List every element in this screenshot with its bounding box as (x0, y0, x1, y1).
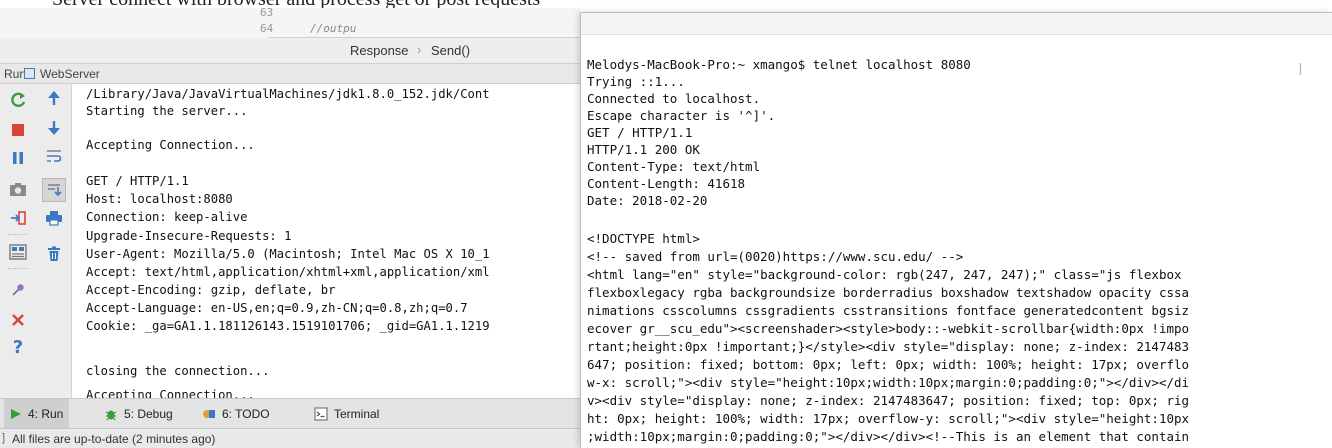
console-line: Cookie: _ga=GA1.1.181126143.1519101706; … (86, 319, 490, 333)
console-output[interactable]: /Library/Java/JavaVirtualMachines/jdk1.8… (72, 84, 582, 398)
pin-icon[interactable] (6, 278, 30, 302)
tab-terminal-label: Terminal (334, 407, 380, 421)
terminal-line: Content-Type: text/html (587, 159, 761, 174)
layout-icon[interactable] (6, 240, 30, 264)
terminal-line: HTTP/1.1 200 OK (587, 142, 700, 157)
terminal-line: flexboxlegacy rgba backgroundsize border… (587, 285, 1190, 300)
document-snippet: Server connect with browser and process … (52, 0, 540, 8)
status-message: All files are up-to-date (2 minutes ago) (12, 432, 216, 446)
run-toolbar-left: ? (0, 84, 36, 398)
rerun-icon[interactable] (6, 88, 30, 112)
console-line: Accepting Connection... (86, 388, 255, 398)
run-toolbar-right (36, 84, 72, 398)
toolbar-divider (8, 234, 28, 235)
terminal-titlebar[interactable] (581, 13, 1332, 35)
console-line: GET / HTTP/1.1 (86, 174, 189, 188)
terminal-line: Content-Length: 41618 (587, 176, 746, 191)
tab-terminal[interactable]: Terminal (308, 399, 385, 429)
scroll-to-end-icon[interactable] (42, 178, 66, 202)
terminal-line: <html lang="en" style="background-color:… (587, 267, 1182, 282)
status-bar: ] All files are up-to-date (2 minutes ag… (0, 428, 580, 448)
tab-todo-label: 6: TODO (222, 407, 270, 421)
login-icon[interactable] (6, 206, 30, 230)
tab-todo[interactable]: 6: TODO (196, 399, 276, 429)
console-line: Accepting Connection... (86, 138, 255, 152)
camera-icon[interactable] (6, 178, 30, 202)
console-line: Accept: text/html,application/xhtml+xml,… (86, 265, 490, 279)
bug-icon (105, 410, 117, 421)
terminal-line: Escape character is '^]'. (587, 108, 776, 123)
soft-wrap-icon[interactable] (42, 144, 66, 168)
terminal-line: 647; position: fixed; bottom: 0px; left:… (587, 357, 1190, 372)
code-editor[interactable]: 63 64 //outpu (0, 6, 580, 38)
terminal-window[interactable]: ] Melodys-MacBook-Pro:~ xmango$ telnet l… (580, 12, 1332, 448)
run-panel-label: Run (4, 67, 27, 81)
document-strip: Server connect with browser and process … (0, 0, 1332, 8)
terminal-line: Trying ::1... (587, 74, 685, 89)
arrow-up-icon[interactable] (42, 86, 66, 110)
terminal-line: rtant;height:0px !important;}</style><di… (587, 339, 1190, 354)
terminal-line: ht: 0px; height: 100%; width: 17px; over… (587, 411, 1190, 426)
terminal-line: Date: 2018-02-20 (587, 193, 708, 208)
tab-debug[interactable]: 5: Debug (98, 399, 179, 429)
toolbar-divider (8, 268, 28, 269)
run-panel-header: Run WebServer (0, 64, 580, 84)
tab-debug-label: 5: Debug (124, 407, 173, 421)
line-number: 63 (260, 6, 274, 19)
console-line: Accept-Encoding: gzip, deflate, br (86, 283, 336, 297)
breadcrumb-item-response[interactable]: Response (350, 43, 409, 58)
breadcrumb: Response › Send() (0, 38, 580, 64)
play-icon (11, 409, 21, 419)
arrow-down-icon[interactable] (42, 116, 66, 140)
console-line: Starting the server... (86, 104, 248, 118)
tab-run[interactable]: 4: Run (4, 399, 70, 429)
terminal-line: Connected to localhost. (587, 91, 761, 106)
run-config-name[interactable]: WebServer (40, 67, 100, 81)
terminal-line: ;width:10px;margin:0;padding:0;"></div><… (587, 429, 1190, 444)
terminal-line: v><div style="display: none; z-index: 21… (587, 393, 1190, 408)
console-line: Connection: keep-alive (86, 210, 248, 224)
trash-icon[interactable] (42, 242, 66, 266)
tool-window-bar: 4: Run 5: Debug 6: TODO Terminal (0, 398, 580, 429)
pause-icon[interactable] (6, 146, 30, 170)
line-number: 64 (260, 22, 274, 35)
help-icon[interactable]: ? (6, 336, 30, 360)
tab-run-label: 4: Run (28, 407, 64, 421)
print-icon[interactable] (42, 206, 66, 230)
terminal-line: <!-- saved from url=(0020)https://www.sc… (587, 249, 964, 264)
terminal-resize-marker: ] (1298, 61, 1302, 75)
terminal-icon (314, 407, 328, 421)
terminal-line: ecover gr__scu_edu"><screenshader><style… (587, 321, 1190, 336)
terminal-line: w-x: scroll;"><div style="height:10px;wi… (587, 375, 1190, 390)
terminal-line: <!DOCTYPE html> (587, 231, 700, 246)
code-line[interactable]: //outpu (310, 22, 356, 35)
console-line: /Library/Java/JavaVirtualMachines/jdk1.8… (86, 87, 490, 101)
todo-icon (203, 410, 215, 418)
stop-icon[interactable] (6, 118, 30, 142)
terminal-line: nimations csscolumns cssgradients csstra… (587, 303, 1190, 318)
console-line: Host: localhost:8080 (86, 192, 233, 206)
close-icon[interactable] (6, 308, 30, 332)
console-line: User-Agent: Mozilla/5.0 (Macintosh; Inte… (86, 247, 490, 261)
editor-gutter (0, 8, 268, 38)
console-line: Accept-Language: en-US,en;q=0.9,zh-CN;q=… (86, 301, 468, 315)
console-line: closing the connection... (86, 364, 270, 378)
terminal-line: Melodys-MacBook-Pro:~ xmango$ telnet loc… (587, 57, 971, 72)
console-line: Upgrade-Insecure-Requests: 1 (86, 229, 292, 243)
run-config-icon (24, 68, 35, 79)
status-indicator-icon: ] (2, 432, 6, 444)
breadcrumb-item-send[interactable]: Send() (431, 43, 470, 58)
terminal-line: GET / HTTP/1.1 (587, 125, 693, 140)
breadcrumb-separator-icon: › (417, 42, 422, 57)
